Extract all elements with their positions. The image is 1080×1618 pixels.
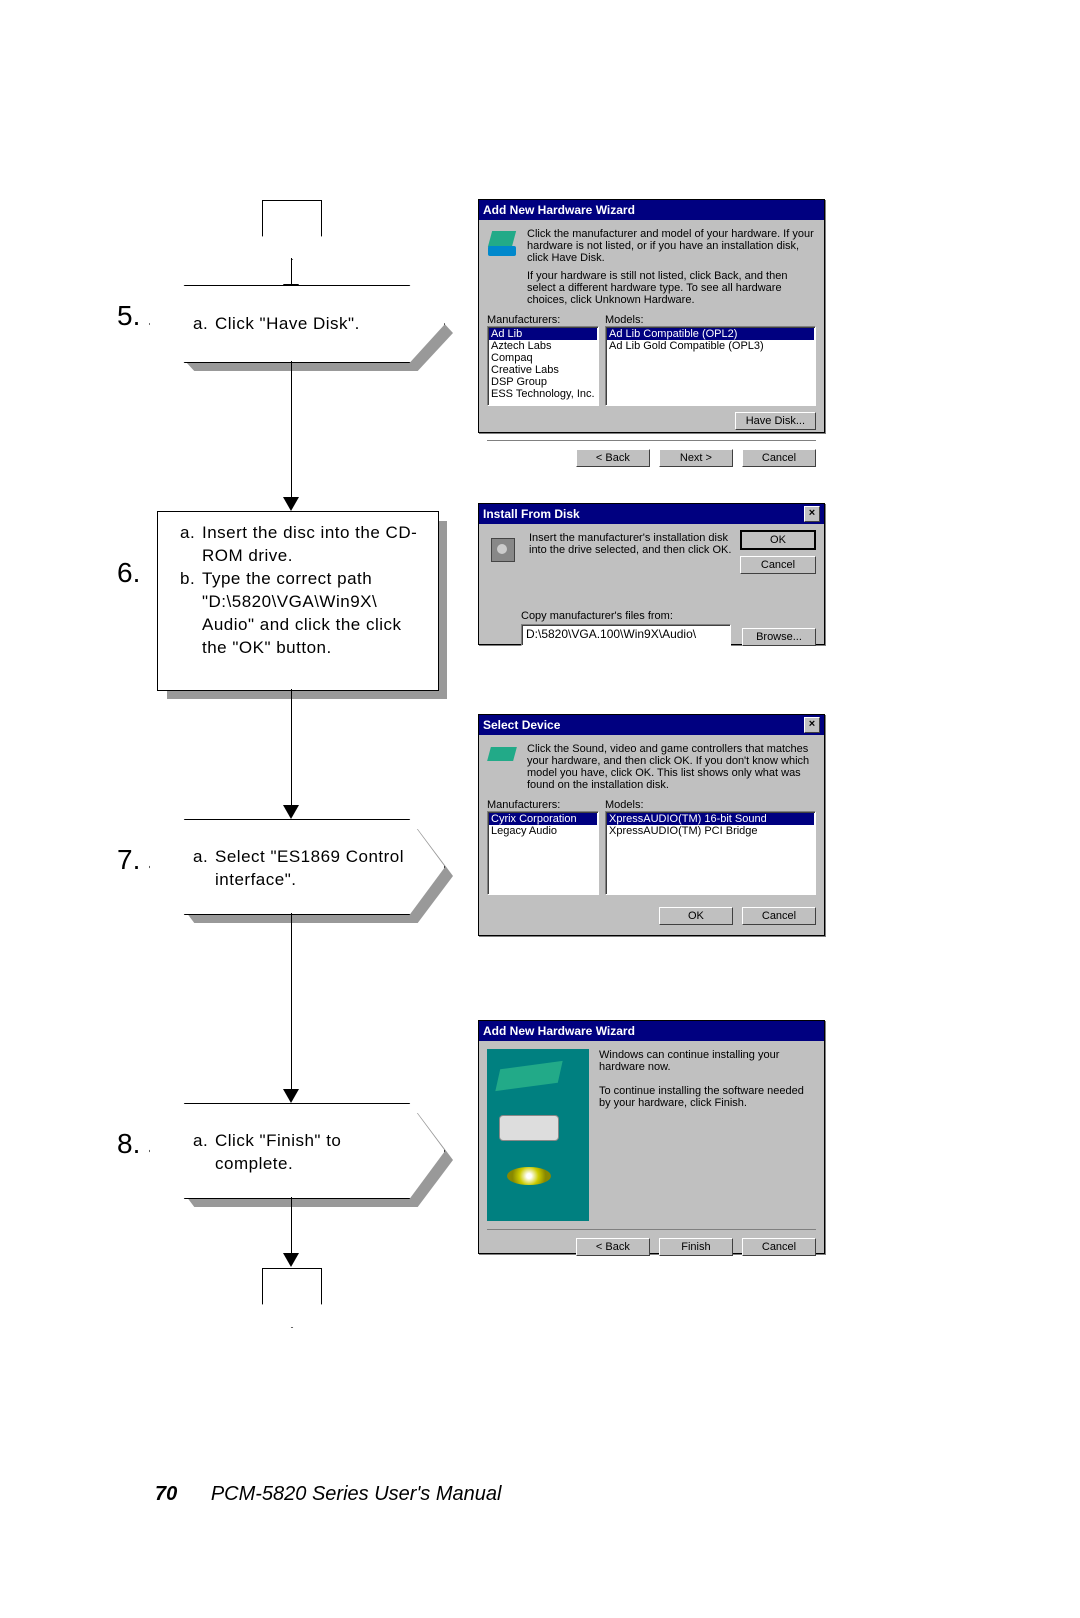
manual-title: PCM-5820 Series User's Manual [211, 1483, 502, 1505]
list-item[interactable]: Compaq [489, 352, 597, 364]
list-item[interactable]: Ad Lib [489, 328, 597, 340]
label-models: Models: [605, 799, 816, 811]
have-disk-button[interactable]: Have Disk... [735, 412, 816, 430]
path-input[interactable]: D:\5820\VGA.100\Win9X\Audio\ [521, 624, 731, 646]
dialog-title: Install From Disk [483, 507, 580, 521]
dialog-instruction: Click the manufacturer and model of your… [527, 228, 816, 264]
label-manufacturers: Manufacturers: [487, 314, 599, 326]
dialog-finish-wizard: Add New Hardware Wizard Windows can cont… [478, 1020, 825, 1254]
listbox-models[interactable]: Ad Lib Compatible (OPL2) Ad Lib Gold Com… [605, 326, 816, 406]
flow-arrow [283, 1089, 299, 1103]
dialog-instruction-2: If your hardware is still not listed, cl… [527, 270, 816, 306]
back-button[interactable]: < Back [576, 1238, 650, 1256]
flow-connector-out [262, 1268, 322, 1328]
cancel-button[interactable]: Cancel [742, 907, 816, 925]
path-value: D:\5820\VGA.100\Win9X\Audio\ [526, 627, 696, 641]
next-button[interactable]: Next > [659, 449, 733, 467]
list-item[interactable]: DSP Group [489, 376, 597, 388]
dialog-instruction: Click the Sound, video and game controll… [527, 743, 816, 791]
list-item[interactable]: ESS Technology, Inc. [489, 388, 597, 400]
dialog-title: Add New Hardware Wizard [483, 1024, 635, 1038]
finish-button[interactable]: Finish [659, 1238, 733, 1256]
titlebar: Install From Disk × [479, 504, 824, 524]
flow-line [291, 913, 292, 1093]
wizard-line-2: To continue installing the software need… [599, 1085, 816, 1109]
wizard-line-1: Windows can continue installing your har… [599, 1049, 816, 1073]
flow-line [291, 1197, 292, 1257]
list-item[interactable]: Cyrix Corporation [489, 813, 597, 825]
cancel-button[interactable]: Cancel [740, 556, 816, 574]
dialog-title: Add New Hardware Wizard [483, 203, 635, 217]
back-button[interactable]: < Back [576, 449, 650, 467]
listbox-manufacturers[interactable]: Ad Lib Aztech Labs Compaq Creative Labs … [487, 326, 599, 406]
dialog-title: Select Device [483, 718, 560, 732]
step-6-text: a.Insert the disc into the CD-ROM drive.… [180, 522, 430, 660]
dialog-add-hardware: Add New Hardware Wizard Click the manufa… [478, 199, 825, 433]
manual-page: 5. a.Click "Have Disk". 6. a.Insert the … [0, 0, 1080, 1618]
list-item[interactable]: Ad Lib Gold Compatible (OPL3) [607, 340, 814, 352]
step-number-8: 8. [117, 1128, 140, 1160]
close-icon[interactable]: × [804, 506, 820, 522]
card-icon [499, 1065, 559, 1107]
step-number-5: 5. [117, 300, 140, 332]
step-5-text: a.Click "Have Disk". [193, 313, 413, 336]
browse-button[interactable]: Browse... [742, 628, 816, 646]
flow-connector-in [262, 200, 322, 260]
hardware-icon [487, 228, 519, 260]
flow-arrow [283, 805, 299, 819]
wizard-graphic [487, 1049, 589, 1221]
step-number-6: 6. [117, 557, 140, 589]
flow-arrow [283, 1253, 299, 1267]
cancel-button[interactable]: Cancel [742, 449, 816, 467]
step-number-7: 7. [117, 844, 140, 876]
drive-icon [499, 1115, 559, 1157]
dialog-select-device: Select Device × Click the Sound, video a… [478, 714, 825, 936]
device-icon [487, 743, 519, 775]
flow-arrow [283, 497, 299, 511]
label-manufacturers: Manufacturers: [487, 799, 599, 811]
step-8-text: a.Click "Finish" to complete. [193, 1130, 413, 1176]
close-icon[interactable]: × [804, 717, 820, 733]
page-footer: 70 PCM-5820 Series User's Manual [155, 1483, 501, 1506]
listbox-manufacturers[interactable]: Cyrix Corporation Legacy Audio [487, 811, 599, 895]
cancel-button[interactable]: Cancel [742, 1238, 816, 1256]
titlebar: Add New Hardware Wizard [479, 200, 824, 220]
ok-button[interactable]: OK [659, 907, 733, 925]
list-item[interactable]: Legacy Audio [489, 825, 597, 837]
flow-line [291, 361, 292, 501]
step-7-text: a.Select "ES1869 Control interface". [193, 846, 413, 892]
listbox-models[interactable]: XpressAUDIO(TM) 16-bit Sound XpressAUDIO… [605, 811, 816, 895]
cd-icon [499, 1167, 559, 1209]
list-item[interactable]: XpressAUDIO(TM) 16-bit Sound [607, 813, 814, 825]
list-item[interactable]: Ad Lib Compatible (OPL2) [607, 328, 814, 340]
list-item[interactable]: XpressAUDIO(TM) PCI Bridge [607, 825, 814, 837]
label-copy-from: Copy manufacturer's files from: [521, 610, 673, 622]
page-number: 70 [155, 1483, 177, 1505]
list-item[interactable]: Creative Labs [489, 364, 597, 376]
flow-line [291, 689, 292, 809]
disk-icon [487, 532, 519, 564]
titlebar: Add New Hardware Wizard [479, 1021, 824, 1041]
list-item[interactable]: Aztech Labs [489, 340, 597, 352]
ok-button[interactable]: OK [740, 530, 816, 550]
label-models: Models: [605, 314, 816, 326]
dialog-install-from-disk: Install From Disk × Insert the manufactu… [478, 503, 825, 645]
titlebar: Select Device × [479, 715, 824, 735]
